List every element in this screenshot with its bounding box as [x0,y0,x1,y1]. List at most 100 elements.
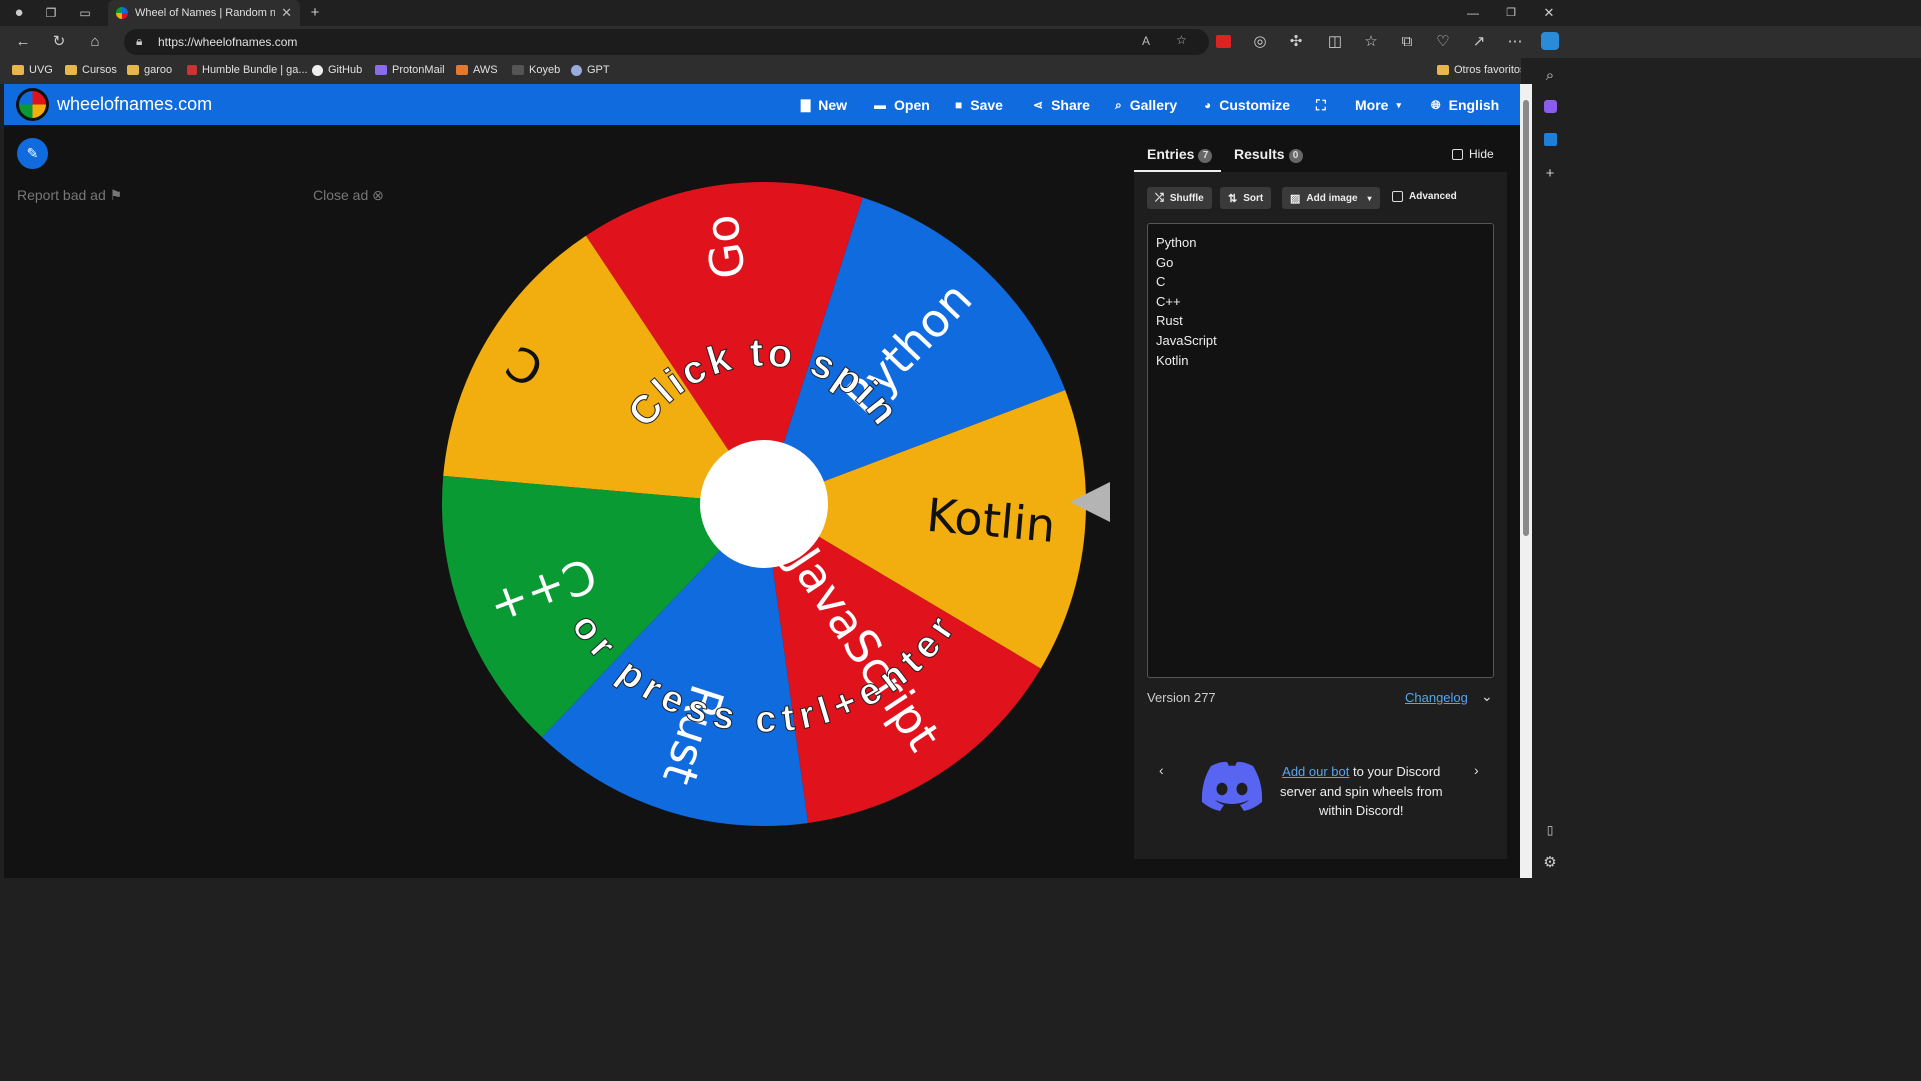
back-icon[interactable]: ← [14,33,32,51]
more-options-icon[interactable]: ⋯ [1506,33,1524,51]
entries-count-badge: 7 [1198,149,1213,163]
bookmark-protonmail[interactable]: ProtonMail [375,64,445,76]
bookmark-other-favorites[interactable]: Otros favoritos [1437,64,1526,76]
lock-icon: 🔒︎ [136,34,143,48]
entry-line: C [1156,274,1166,290]
caret-down-icon: ▾ [1367,193,1372,203]
bookmark-github[interactable]: GitHub [312,64,362,76]
folder-icon [127,65,139,75]
gallery-button[interactable]: ⌕ Gallery [1115,97,1177,113]
site-brand[interactable]: wheelofnames.com [57,94,212,115]
bookmark-uvg[interactable]: UVG [12,64,53,76]
reload-icon[interactable]: ↻ [50,33,68,51]
expand-icon: ⛶ [1316,97,1326,113]
entries-panel: Entries 7 Results 0 Hide ⤮ Shuffle ⇅ Sort ▨ A… [1134,137,1507,859]
new-tab-icon[interactable]: + [306,4,324,22]
caret-down-icon: ▾ [1396,99,1401,110]
entry-line: JavaScript [1156,332,1217,348]
open-button[interactable]: ▬ Open [874,97,930,113]
folder-icon [12,65,24,75]
entry-line: Kotlin [1156,352,1189,368]
customize-button[interactable]: ◕ Customize [1204,97,1290,113]
add-sidebar-app-icon[interactable]: + [1541,165,1559,183]
browser-essentials-icon[interactable]: ♡ [1434,33,1452,51]
tab-favicon-icon [116,7,128,19]
carousel-prev-icon[interactable]: ‹ [1159,762,1164,778]
window-close-icon[interactable]: ✕ [1540,4,1558,22]
active-tab[interactable]: Wheel of Names | Random name ✕ [108,0,300,26]
add-bot-link[interactable]: Add our bot [1282,764,1349,779]
bookmark-humble-bundle[interactable]: Humble Bundle | ga... [187,64,308,76]
globe-icon: 🌐︎ [1431,97,1441,112]
entries-textarea[interactable]: Python Go C C++ Rust JavaScript Kotlin [1147,223,1494,678]
extension-red-icon[interactable] [1216,35,1231,48]
copilot-sidebar-icon[interactable] [1544,100,1557,113]
shuffle-button[interactable]: ⤮ Shuffle [1147,187,1212,209]
fullscreen-button[interactable]: ⛶ [1316,97,1326,114]
save-icon: ■ [955,98,963,112]
sort-button[interactable]: ⇅ Sort [1220,187,1272,209]
gpt-icon [571,64,582,76]
folder-open-icon: ▬ [874,98,886,112]
share-icon[interactable]: ↗ [1470,33,1488,51]
tab-actions-icon[interactable]: ▭ [76,4,94,22]
language-selector[interactable]: 🌐︎ English [1431,97,1499,113]
checkbox-icon [1392,191,1403,202]
wheel-center-hub[interactable] [700,440,828,568]
extensions-puzzle-icon[interactable]: ✣ [1287,33,1305,51]
hide-sidebar-icon[interactable]: ▯ [1541,821,1559,839]
profile-avatar-icon[interactable]: ● [10,4,28,22]
scrollbar-thumb[interactable] [1523,100,1529,536]
site-header: wheelofnames.com ▇ New ▬ Open ■ Save ⋖ Share… [4,84,1520,125]
site-logo-icon[interactable] [16,88,49,121]
bookmark-garoo[interactable]: garoo [127,64,172,76]
favorites-icon[interactable]: ☆ [1362,33,1380,51]
edge-sidebar: ⌕ + ▯ ⚙ [1521,58,1921,1081]
folder-icon [1437,65,1449,75]
split-screen-icon[interactable]: ◫ [1326,33,1344,51]
changelog-link[interactable]: Changelog [1405,690,1468,705]
tab-close-icon[interactable]: ✕ [281,5,292,21]
home-icon[interactable]: ⌂ [86,33,104,51]
discord-logo-icon [1201,761,1263,811]
new-button[interactable]: ▇ New [801,97,847,113]
tab-entries[interactable]: Entries 7 [1147,146,1213,163]
share-nodes-icon: ⋖ [1033,98,1044,112]
close-circle-icon: ⊗ [372,187,384,203]
collections-icon[interactable]: ⧉ [1398,33,1416,51]
minimize-icon[interactable]: — [1464,4,1482,22]
report-bad-ad-link[interactable]: Report bad ad ⚑ [17,187,122,204]
entry-line: Rust [1156,313,1183,329]
chevron-down-icon[interactable]: ⌄ [1481,688,1493,705]
workspaces-icon[interactable]: ❐ [42,4,60,22]
sidebar-settings-icon[interactable]: ⚙ [1541,854,1559,872]
edit-title-button[interactable]: ✎ [17,138,48,169]
bookmark-cursos[interactable]: Cursos [65,64,117,76]
spin-wheel[interactable]: PythonGoCC++Rust JavaScriptKotlin Click t… [442,182,1086,826]
tab-results[interactable]: Results 0 [1234,146,1303,163]
entry-line: Python [1156,235,1197,250]
read-aloud-icon[interactable]: A [1142,34,1150,48]
carousel-next-icon[interactable]: › [1474,762,1479,778]
search-sidebar-icon[interactable]: ⌕ [1541,67,1559,85]
advanced-checkbox[interactable]: Advanced [1392,191,1457,202]
close-ad-link[interactable]: Close ad ⊗ [313,187,384,204]
bookmark-aws[interactable]: AWS [456,64,498,76]
copilot-icon[interactable] [1541,32,1559,50]
add-image-dropdown[interactable]: ▨ Add image ▾ [1282,187,1380,209]
extension-circle-icon[interactable]: ◎ [1251,33,1269,51]
bookmark-gpt[interactable]: GPT [571,64,610,76]
browser-tab-bar: ● ❐ ▭ Wheel of Names | Random name ✕ + —… [0,0,1921,26]
save-button[interactable]: ■ Save [955,97,1003,113]
favorite-star-icon[interactable]: ☆ [1176,33,1187,47]
more-dropdown[interactable]: More ▾ [1355,97,1401,113]
bookmark-koyeb[interactable]: Koyeb [512,64,560,76]
outlook-icon[interactable] [1544,133,1557,146]
hide-checkbox[interactable]: Hide [1452,147,1494,161]
flag-icon: ⚑ [109,187,123,203]
restore-icon[interactable]: ❐ [1502,4,1520,22]
share-button[interactable]: ⋖ Share [1033,97,1090,113]
url-input[interactable]: 🔒︎ https://wheelofnames.com A ☆ [124,29,1209,55]
page-scrollbar[interactable] [1520,84,1532,878]
search-icon: ⌕ [1115,97,1122,112]
